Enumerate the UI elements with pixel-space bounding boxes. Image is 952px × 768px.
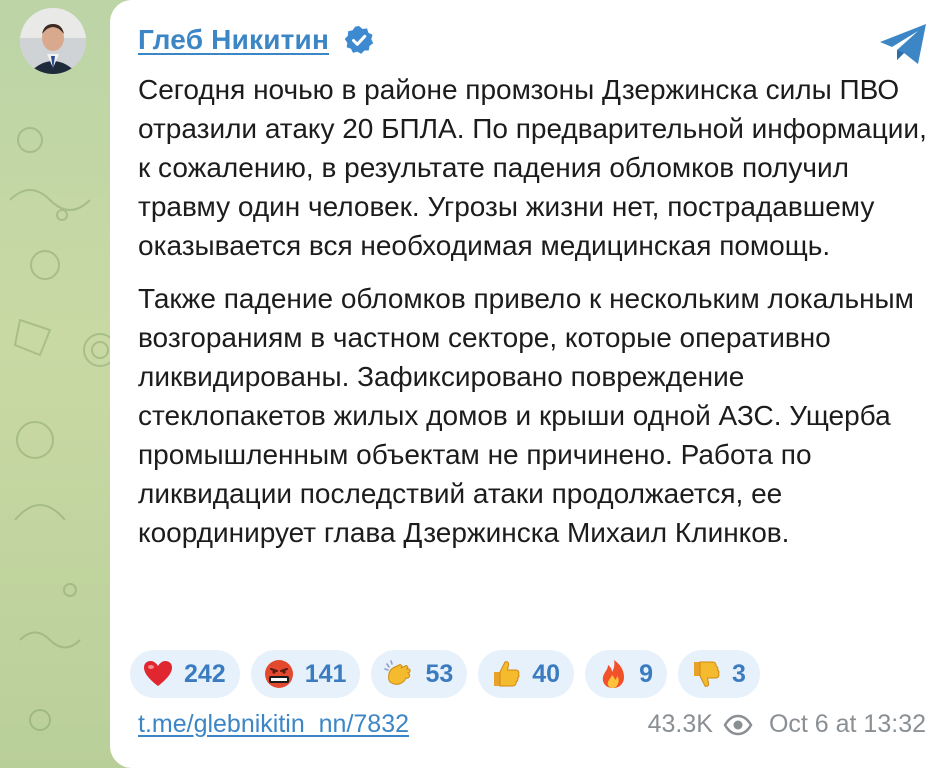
cursing-face-icon (264, 660, 293, 688)
reaction-count: 242 (184, 659, 226, 688)
background-pattern (9, 127, 117, 731)
reaction-thumbs-down[interactable]: 3 (677, 650, 760, 698)
eye-icon (723, 714, 753, 735)
thumbs-down-icon (693, 661, 720, 687)
fire-icon (602, 660, 625, 688)
telegram-logo-icon[interactable] (878, 22, 930, 66)
verified-badge-icon (344, 26, 374, 54)
view-count: 43.3K (647, 710, 713, 738)
reaction-fire[interactable]: 9 (585, 650, 667, 698)
reaction-cursing-face[interactable]: 141 (250, 650, 361, 698)
message-card: Глеб Никитин Сегодня ночью в районе пром… (110, 0, 952, 768)
thumbs-up-icon (494, 661, 520, 687)
reaction-count: 3 (731, 659, 746, 688)
post-timestamp: Oct 6 at 13:32 (768, 710, 926, 738)
post-meta: 43.3K Oct 6 at 13:32 (648, 710, 926, 739)
reaction-clapping-hands[interactable]: 53 (371, 650, 468, 698)
reaction-count: 9 (639, 659, 653, 688)
message-paragraph-1: Сегодня ночью в районе промзоны Дзержинс… (138, 74, 927, 261)
reaction-count: 141 (304, 659, 347, 688)
post-link[interactable]: t.me/glebnikitin_nn/7832 (138, 710, 409, 739)
reaction-thumbs-up[interactable]: 40 (478, 650, 575, 698)
message-text: Сегодня ночью в районе промзоны Дзержинс… (138, 70, 928, 566)
reaction-count: 40 (532, 659, 561, 688)
avatar-image (20, 8, 86, 74)
message-paragraph-2: Также падение обломков привело к несколь… (138, 283, 914, 548)
author-name[interactable]: Глеб Никитин (138, 24, 329, 56)
avatar[interactable] (20, 8, 86, 74)
clapping-hands-icon (384, 660, 412, 685)
heart-icon (144, 661, 172, 686)
reaction-count: 53 (425, 659, 454, 688)
reaction-heart[interactable]: 242 (130, 650, 240, 698)
post-header: Глеб Никитин (138, 24, 375, 56)
reactions-bar: 242 141 53 40 9 3 (130, 650, 760, 698)
